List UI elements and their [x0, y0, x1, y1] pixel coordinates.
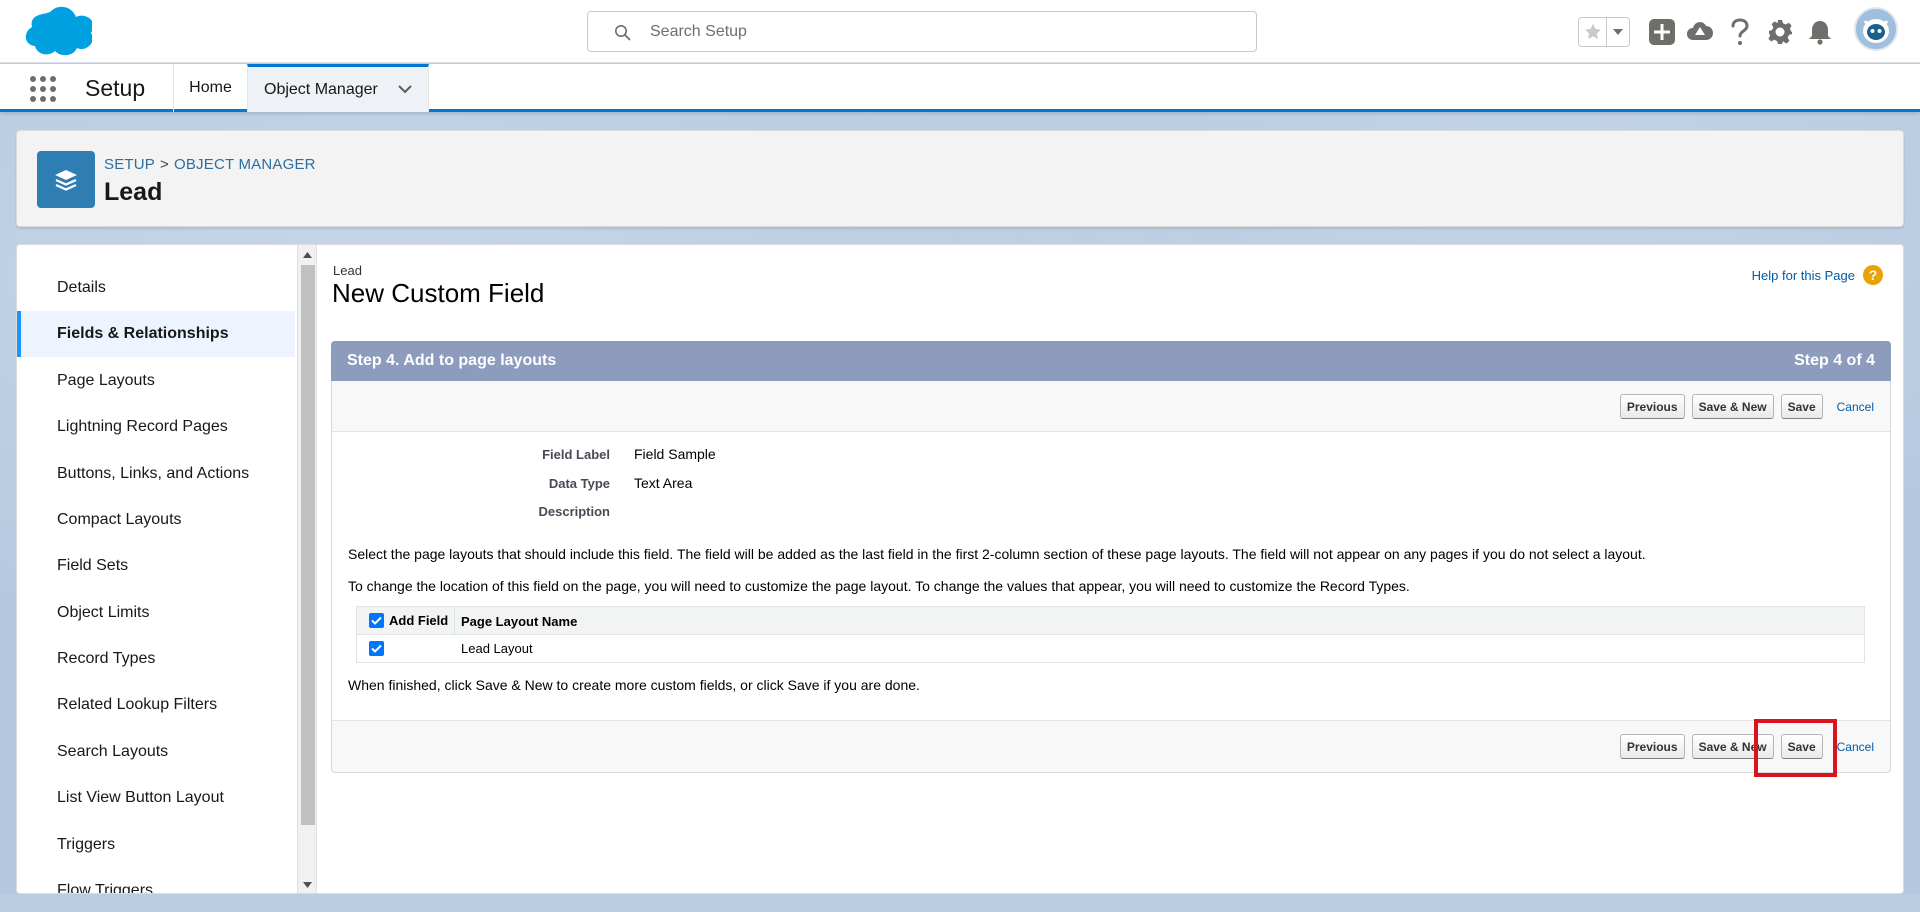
object-icon — [37, 151, 95, 208]
breadcrumb-setup[interactable]: SETUP — [104, 156, 155, 173]
setup-gear-button[interactable] — [1764, 16, 1796, 48]
tab-home[interactable]: Home — [173, 64, 247, 112]
sidebar-item-details[interactable]: Details — [17, 265, 295, 311]
app-navigation-bar: Setup Home Object Manager — [0, 64, 1920, 112]
table-row: Lead Layout — [357, 635, 1864, 662]
detail-label: Data Type — [548, 476, 610, 491]
add-field-checkbox[interactable] — [369, 641, 384, 656]
checkmark-icon — [371, 644, 382, 653]
trailhead-icon — [1687, 22, 1713, 40]
layers-icon — [55, 169, 77, 191]
breadcrumb-object-manager[interactable]: OBJECT MANAGER — [174, 156, 316, 173]
app-name: Setup — [85, 75, 146, 101]
info-text-finish: When finished, click Save & New to creat… — [348, 677, 920, 693]
page-title: Lead — [104, 178, 163, 206]
scrollbar-thumb[interactable] — [301, 265, 315, 825]
step-count: Step 4 of 4 — [1794, 352, 1875, 369]
breadcrumb-separator: > — [160, 156, 169, 173]
detail-value: Text Area — [634, 475, 693, 491]
favorites-button[interactable] — [1579, 18, 1607, 46]
checkmark-icon — [371, 616, 382, 625]
main-content: Lead New Custom Field Help for this Page… — [317, 245, 1903, 893]
star-icon — [1584, 23, 1601, 40]
page-layout-name: Lead Layout — [461, 641, 533, 656]
global-header — [0, 0, 1920, 63]
breadcrumb: SETUP > OBJECT MANAGER — [104, 156, 316, 173]
table-header: Add Field Page Layout Name — [357, 607, 1864, 635]
header-add-field: Add Field — [389, 613, 449, 628]
notifications-button[interactable] — [1804, 16, 1836, 48]
favorites-menu-button[interactable] — [1607, 18, 1629, 46]
top-button-row: Previous Save & New Save Cancel — [1613, 394, 1874, 419]
question-icon — [1731, 18, 1749, 45]
object-name-label: Lead — [333, 263, 362, 278]
sidebar-item-object-limits[interactable]: Object Limits — [17, 590, 295, 636]
sidebar-item-related-lookup-filters[interactable]: Related Lookup Filters — [17, 682, 295, 728]
help-button[interactable] — [1724, 16, 1756, 48]
detail-value: Field Sample — [634, 446, 716, 462]
save-button-top[interactable]: Save — [1780, 394, 1823, 419]
astro-avatar-icon — [1856, 9, 1896, 49]
header-page-layout-name: Page Layout Name — [461, 614, 578, 629]
tab-object-manager[interactable]: Object Manager — [247, 64, 429, 112]
search-setup-box[interactable] — [587, 11, 1257, 52]
favorites-group — [1578, 17, 1630, 47]
detail-row-data-type: Data Type Text Area — [332, 472, 1132, 496]
global-actions-button[interactable] — [1646, 16, 1678, 48]
detail-label: Description — [538, 504, 610, 519]
salesforce-logo[interactable] — [20, 6, 92, 58]
sidebar-item-triggers[interactable]: Triggers — [17, 822, 295, 868]
search-icon — [615, 25, 631, 41]
page-header: SETUP > OBJECT MANAGER Lead — [16, 130, 1904, 227]
detail-label: Field Label — [542, 447, 610, 462]
add-icon — [1649, 19, 1675, 45]
sidebar-item-field-sets[interactable]: Field Sets — [17, 543, 295, 589]
scroll-down-arrow-icon[interactable] — [298, 877, 316, 893]
bell-icon — [1809, 21, 1831, 45]
page-layout-table: Add Field Page Layout Name Lead Layout — [356, 606, 1865, 663]
sidebar-item-search-layouts[interactable]: Search Layouts — [17, 729, 295, 775]
sidebar-scrollbar[interactable] — [297, 245, 317, 893]
app-launcher-icon[interactable] — [28, 74, 56, 102]
trailhead-button[interactable] — [1684, 16, 1716, 48]
step-title: Step 4. Add to page layouts — [347, 352, 557, 369]
wizard-step-bar: Step 4. Add to page layouts Step 4 of 4 — [331, 341, 1891, 381]
gear-icon — [1768, 20, 1792, 44]
save-new-button-top[interactable]: Save & New — [1691, 394, 1774, 419]
save-button-highlight — [1754, 719, 1837, 777]
chevron-down-icon[interactable] — [398, 84, 412, 94]
sidebar-item-record-types[interactable]: Record Types — [17, 636, 295, 682]
select-all-checkbox[interactable] — [369, 613, 384, 628]
info-text-change-location: To change the location of this field on … — [348, 578, 1410, 594]
wizard-panel: Step 4. Add to page layouts Step 4 of 4 … — [331, 341, 1891, 773]
column-divider — [454, 607, 455, 635]
previous-button-top[interactable]: Previous — [1619, 394, 1685, 419]
user-avatar[interactable] — [1854, 7, 1898, 51]
search-input[interactable] — [650, 20, 1240, 44]
caret-down-icon — [1613, 29, 1623, 35]
sidebar-item-fields-relationships[interactable]: Fields & Relationships — [17, 311, 295, 357]
wizard-body: Field Label Field Sample Data Type Text … — [332, 431, 1890, 721]
bottom-strip — [0, 894, 1920, 912]
cancel-link-bottom[interactable]: Cancel — [1837, 740, 1874, 754]
scroll-up-arrow-icon[interactable] — [298, 247, 316, 263]
tab-object-manager-label: Object Manager — [264, 80, 378, 98]
object-sidebar: Details Fields & Relationships Page Layo… — [17, 245, 295, 893]
help-link-label: Help for this Page — [1751, 267, 1855, 283]
sidebar-item-list-view-button-layout[interactable]: List View Button Layout — [17, 775, 295, 821]
sidebar-item-buttons-links-actions[interactable]: Buttons, Links, and Actions — [17, 451, 295, 497]
info-text-select-layouts: Select the page layouts that should incl… — [348, 546, 1646, 562]
previous-button-bottom[interactable]: Previous — [1619, 734, 1685, 759]
sidebar-item-compact-layouts[interactable]: Compact Layouts — [17, 497, 295, 543]
body-card: Details Fields & Relationships Page Layo… — [16, 244, 1904, 894]
content-title: New Custom Field — [332, 278, 545, 308]
detail-row-field-label: Field Label Field Sample — [332, 443, 1132, 467]
help-for-this-page-link[interactable]: Help for this Page ? — [1752, 265, 1883, 285]
sidebar-item-lightning-record-pages[interactable]: Lightning Record Pages — [17, 404, 295, 450]
sidebar-item-page-layouts[interactable]: Page Layouts — [17, 358, 295, 404]
help-question-icon: ? — [1863, 265, 1883, 285]
cancel-link-top[interactable]: Cancel — [1837, 400, 1874, 414]
detail-row-description: Description — [332, 500, 1132, 524]
sidebar-item-flow-triggers[interactable]: Flow Triggers — [17, 868, 295, 893]
